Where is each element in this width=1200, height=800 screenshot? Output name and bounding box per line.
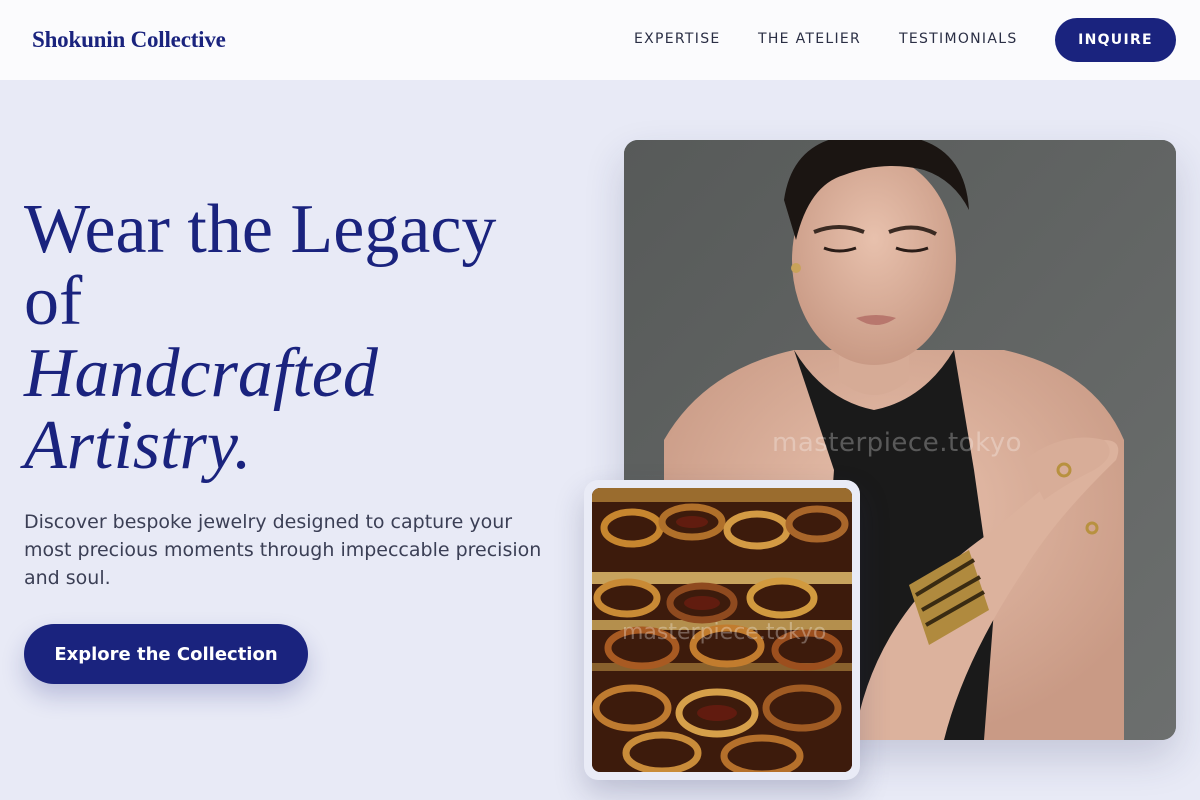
site-header: Shokunin Collective EXPERTISE THE ATELIE… [0,0,1200,80]
headline-italic-2: Artistry. [24,407,252,484]
bangles-photo: masterpiece.tokyo [592,488,852,772]
hero-headline: Wear the Legacy of Handcrafted Artistry. [24,194,584,482]
headline-line-2: of [24,263,83,340]
watermark-text-secondary: masterpiece.tokyo [622,620,827,645]
watermark-text: masterpiece.tokyo [772,428,1022,458]
headline-line-1: Wear the Legacy [24,191,497,268]
bangles-photo-frame: masterpiece.tokyo [584,480,860,780]
headline-italic-1: Handcrafted [24,335,378,412]
inquire-button[interactable]: INQUIRE [1055,18,1176,62]
nav-link-expertise[interactable]: EXPERTISE [634,31,721,47]
nav-link-testimonials[interactable]: TESTIMONIALS [899,31,1018,47]
nav-link-atelier[interactable]: THE ATELIER [758,31,861,47]
explore-collection-button[interactable]: Explore the Collection [24,624,308,684]
hero-description: Discover bespoke jewelry designed to cap… [24,511,542,589]
brand-logo[interactable]: Shokunin Collective [32,27,226,53]
